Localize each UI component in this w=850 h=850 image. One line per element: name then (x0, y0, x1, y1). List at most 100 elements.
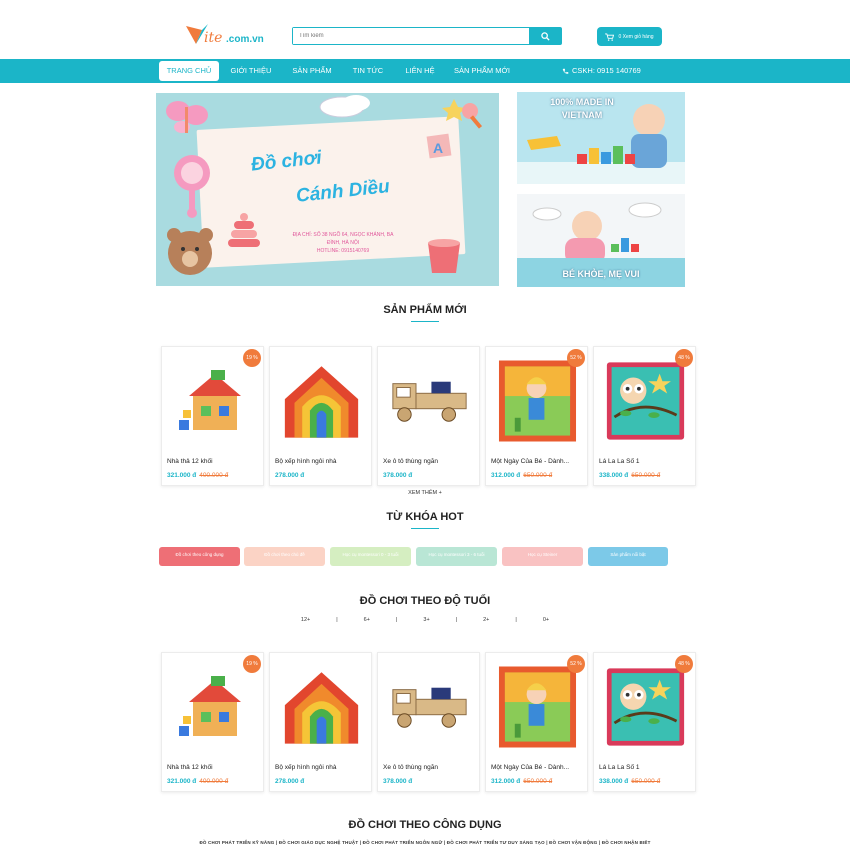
svg-text:A: A (433, 140, 443, 156)
product-card[interactable]: 19 % Nhà thả 12 khối 321.000 đ 400.000 đ (161, 346, 264, 486)
current-price: 312.000 đ (491, 472, 521, 479)
current-price: 312.000 đ (491, 778, 521, 785)
age-0-link[interactable]: 0+ (543, 617, 549, 623)
product-card[interactable]: 52 % Một Ngày Của Bé - Dành... 312.000 đ 65… (485, 346, 588, 486)
hot-tag[interactable]: Đồ chơi theo chủ đề (244, 547, 325, 566)
product-card[interactable]: 19 % Nhà thả 12 khối 321.000 đ 400.000 đ (161, 652, 264, 792)
rainbow-stacker-icon[interactable] (281, 662, 362, 752)
usage-links[interactable]: ĐỒ CHƠI PHÁT TRIỂN KỸ NĂNG | ĐỒ CHƠI GIÁ… (0, 840, 850, 845)
search-button[interactable] (529, 28, 561, 44)
product-price: 338.000 đ 650.000 đ (599, 472, 660, 479)
current-price: 338.000 đ (599, 778, 629, 785)
cart-icon (605, 32, 615, 41)
banner-address-text: ĐỊA CHỈ: SỐ 38 NGÕ 64, NGỌC KHÁNH, BA ĐÌ… (292, 232, 394, 246)
old-price: 400.000 đ (199, 778, 229, 785)
product-card[interactable]: Xe ô tô thùng ngắn 378.000 đ (377, 652, 480, 792)
wooden-truck-icon[interactable] (389, 662, 470, 752)
nav-news[interactable]: TIN TỨC (346, 61, 390, 81)
side-banner-healthy-baby[interactable]: BÉ KHỎE, MẸ VUI (517, 194, 685, 287)
nav-contact[interactable]: LIÊN HỆ (399, 61, 441, 81)
product-name[interactable]: Lá La La Số 1 (599, 764, 694, 771)
hot-tag[interactable]: Học cụ montessori 0 - 3 tuổi (330, 547, 411, 566)
hotline-text: CSKH: 0915 140769 (572, 66, 641, 75)
discount-badge: 48 % (675, 655, 693, 673)
product-price: 312.000 đ 650.000 đ (491, 472, 552, 479)
product-name[interactable]: Bộ xếp hình ngôi nhà (275, 764, 370, 771)
product-card[interactable]: 52 % Một Ngày Của Bé - Dành... 312.000 đ 65… (485, 652, 588, 792)
old-price: 650.000 đ (631, 778, 661, 785)
section-underline (411, 528, 439, 529)
product-name[interactable]: Xe ô tô thùng ngắn (383, 458, 478, 465)
nav-about[interactable]: GIỚI THIỆU (225, 61, 277, 81)
see-more-link[interactable]: XEM THÊM + (0, 490, 850, 496)
banner-address: ĐỊA CHỈ: SỐ 38 NGÕ 64, NGỌC KHÁNH, BA ĐÌ… (288, 231, 398, 255)
cloth-book-owl-icon[interactable] (605, 662, 686, 752)
age-3-link[interactable]: 3+ (423, 617, 429, 623)
search-icon (540, 31, 550, 41)
product-name[interactable]: Xe ô tô thùng ngắn (383, 764, 478, 771)
nav-home[interactable]: TRANG CHỦ (159, 61, 219, 81)
discount-badge: 19 % (243, 349, 261, 367)
cloth-book-girl-icon[interactable] (497, 356, 578, 446)
discount-badge: 19 % (243, 655, 261, 673)
cart-button[interactable]: 0 Xem giỏ hàng (597, 27, 662, 46)
hot-tag[interactable]: Đồ chơi theo công dụng (159, 547, 240, 566)
age-separator: | (336, 617, 338, 623)
product-card[interactable]: Xe ô tô thùng ngắn 378.000 đ (377, 346, 480, 486)
product-card[interactable]: 48 % Lá La La Số 1 338.000 đ 650.000 đ (593, 652, 696, 792)
search-input[interactable] (293, 28, 529, 44)
product-card[interactable]: Bộ xếp hình ngôi nhà 278.000 đ (269, 652, 372, 792)
side-banner-made-in-vietnam[interactable]: 100% MADE IN VIETNAM (517, 92, 685, 184)
current-price: 321.000 đ (167, 472, 197, 479)
rainbow-stacker-icon[interactable] (281, 356, 362, 446)
nav-new-products[interactable]: SẢN PHẨM MỚI (449, 61, 515, 81)
main-banner[interactable]: A Đồ chơi Cánh Diều ĐỊA CHỈ: SỐ 38 NGÕ 6… (156, 93, 499, 286)
age-separator: | (455, 617, 458, 623)
product-name[interactable]: Một Ngày Của Bé - Dành... (491, 764, 586, 771)
section-title-new-products: SẢN PHẨM MỚI (383, 304, 467, 316)
main-nav: TRANG CHỦ GIỚI THIỆU SẢN PHẨM TIN TỨC LI… (0, 59, 850, 83)
cart-label: 0 Xem giỏ hàng (618, 33, 654, 40)
product-name[interactable]: Một Ngày Của Bé - Dành... (491, 458, 586, 465)
age-6-link[interactable]: 6+ (364, 617, 370, 623)
phone-icon (562, 68, 569, 74)
age-2-link[interactable]: 2+ (483, 617, 489, 623)
butterfly-icon (166, 101, 208, 133)
cloud-icon (319, 95, 370, 118)
hot-tag[interactable]: Học cụ Steiner (502, 547, 583, 566)
product-card[interactable]: Bộ xếp hình ngôi nhà 278.000 đ (269, 346, 372, 486)
site-logo[interactable]: ite .com.vn (182, 20, 272, 50)
search-bar (292, 27, 562, 45)
age-12-link[interactable]: 12+ (301, 617, 310, 623)
discount-badge: 52 % (567, 655, 585, 673)
old-price: 650.000 đ (523, 778, 553, 785)
hotline[interactable]: CSKH: 0915 140769 (562, 61, 641, 81)
cloth-book-girl-icon[interactable] (497, 662, 578, 752)
product-price: 278.000 đ (275, 472, 304, 479)
product-name[interactable]: Nhà thả 12 khối (167, 458, 262, 465)
cloth-book-owl-icon[interactable] (605, 356, 686, 446)
product-name[interactable]: Lá La La Số 1 (599, 458, 694, 465)
section-title-hot-keywords: TỪ KHÓA HOT (386, 511, 464, 523)
hot-tag[interactable]: Sản phẩm nổi bật (588, 547, 668, 566)
section-underline (411, 321, 439, 322)
house-toy-icon[interactable] (173, 662, 254, 752)
old-price: 400.000 đ (199, 472, 229, 479)
house-toy-icon[interactable] (173, 356, 254, 446)
discount-badge: 52 % (567, 349, 585, 367)
product-name[interactable]: Nhà thả 12 khối (167, 764, 262, 771)
side-banner-2-text: BÉ KHỎE, MẸ VUI (562, 269, 640, 279)
svg-text:ite: ite (204, 30, 222, 46)
current-price: 321.000 đ (167, 778, 197, 785)
age-separator: | (395, 617, 398, 623)
product-name[interactable]: Bộ xếp hình ngôi nhà (275, 458, 370, 465)
product-card[interactable]: 48 % Lá La La Số 1 338.000 đ 650.000 đ (593, 346, 696, 486)
side-banner-1-text: 100% MADE IN VIETNAM (550, 97, 614, 120)
banner-hotline-text: HOTLINE: 0915140769 (316, 248, 370, 254)
current-price: 278.000 đ (275, 778, 305, 785)
current-price: 278.000 đ (275, 472, 305, 479)
nav-products[interactable]: SẢN PHẨM (287, 61, 337, 81)
wooden-truck-icon[interactable] (389, 356, 470, 446)
hot-tag[interactable]: Học cụ montessori 3 - 6 tuổi (416, 547, 497, 566)
product-price: 312.000 đ 650.000 đ (491, 778, 552, 785)
